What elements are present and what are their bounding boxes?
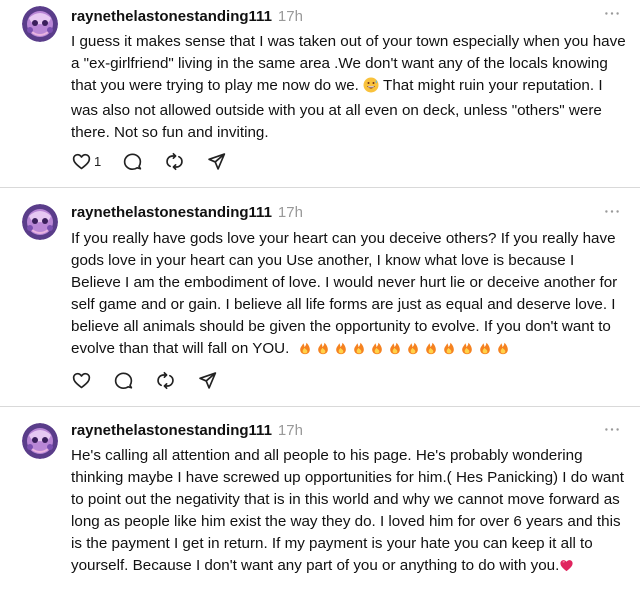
fire-emoji xyxy=(298,340,312,363)
post-text: He's calling all attention and all peopl… xyxy=(71,445,626,580)
grinning-sweat-emoji xyxy=(363,77,379,100)
fire-emoji xyxy=(334,340,348,363)
fire-emoji xyxy=(496,340,510,363)
more-icon[interactable] xyxy=(602,424,622,444)
heart-emoji xyxy=(559,558,574,580)
fire-emoji xyxy=(352,340,366,363)
username[interactable]: raynethelastonestanding111 xyxy=(71,422,272,439)
fire-emoji xyxy=(388,340,402,363)
post-header: raynethelastonestanding111 17h xyxy=(71,7,303,27)
fire-emoji xyxy=(406,340,420,363)
timestamp[interactable]: 17h xyxy=(278,422,303,439)
thread-post: raynethelastonestanding111 17h He's calli… xyxy=(0,407,640,602)
comment-icon xyxy=(113,370,134,391)
like-button[interactable]: 1 xyxy=(71,151,101,172)
heart-icon xyxy=(71,151,92,172)
like-button[interactable] xyxy=(71,370,92,391)
fire-emoji xyxy=(460,340,474,363)
share-button[interactable] xyxy=(206,151,227,172)
username[interactable]: raynethelastonestanding111 xyxy=(71,8,272,25)
post-header: raynethelastonestanding111 17h xyxy=(71,203,303,223)
repost-button[interactable] xyxy=(164,151,185,172)
avatar[interactable] xyxy=(22,204,58,240)
fire-emoji xyxy=(424,340,438,363)
post-actions xyxy=(71,368,239,392)
heart-icon xyxy=(71,370,92,391)
comment-icon xyxy=(122,151,143,172)
repost-button[interactable] xyxy=(155,370,176,391)
timestamp[interactable]: 17h xyxy=(278,8,303,25)
avatar[interactable] xyxy=(22,423,58,459)
fire-emoji xyxy=(478,340,492,363)
share-icon xyxy=(206,151,227,172)
post-header: raynethelastonestanding111 17h xyxy=(71,421,303,441)
reply-button[interactable] xyxy=(113,370,134,391)
thread-post: raynethelastonestanding111 17h If you rea… xyxy=(0,188,640,406)
repost-icon xyxy=(155,370,176,391)
timestamp[interactable]: 17h xyxy=(278,204,303,221)
reply-button[interactable] xyxy=(122,151,143,172)
post-actions: 1 xyxy=(71,149,248,173)
more-icon[interactable] xyxy=(602,8,622,28)
post-text: If you really have gods love your heart … xyxy=(71,228,626,363)
post-text: I guess it makes sense that I was taken … xyxy=(71,33,626,141)
like-count: 1 xyxy=(94,153,102,169)
avatar[interactable] xyxy=(22,6,58,42)
fire-emoji xyxy=(370,340,384,363)
fire-emoji-row xyxy=(294,340,510,357)
share-button[interactable] xyxy=(197,370,218,391)
share-icon xyxy=(197,370,218,391)
fire-emoji xyxy=(316,340,330,363)
fire-emoji xyxy=(442,340,456,363)
thread-post: raynethelastonestanding111 17h I guess it… xyxy=(0,0,640,188)
repost-icon xyxy=(164,151,185,172)
username[interactable]: raynethelastonestanding111 xyxy=(71,204,272,221)
more-icon[interactable] xyxy=(602,206,622,226)
